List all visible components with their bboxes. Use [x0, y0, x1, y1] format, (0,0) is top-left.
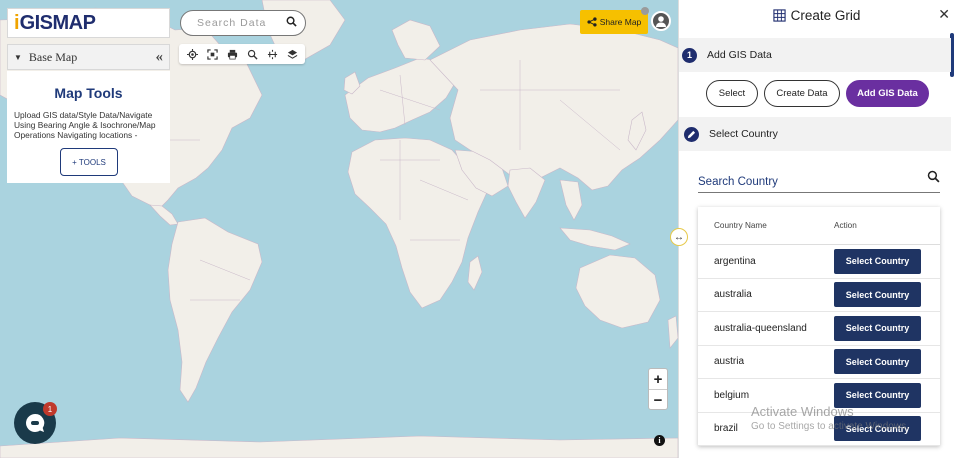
- map-tools-panel: Map Tools Upload GIS data/Style Data/Nav…: [7, 71, 170, 183]
- zoom-out-button[interactable]: −: [649, 390, 667, 410]
- base-map-toggle[interactable]: ▼ Base Map «: [7, 44, 170, 70]
- select-country-button[interactable]: Select Country: [834, 248, 921, 274]
- step-select-country: Select Country: [679, 117, 951, 151]
- country-name: austria: [714, 356, 745, 368]
- step-label: Add GIS Data: [707, 49, 772, 61]
- search-icon[interactable]: [927, 170, 940, 188]
- select-country-button[interactable]: Select Country: [834, 416, 921, 442]
- chat-unread-badge: 1: [43, 402, 57, 416]
- fullscreen-icon[interactable]: [205, 47, 219, 61]
- table-row: austria Select Country: [698, 346, 940, 379]
- base-map-label: Base Map: [28, 49, 78, 64]
- pencil-icon: [684, 126, 699, 142]
- share-map-label: Share Map: [599, 17, 642, 27]
- country-name: belgium: [714, 389, 750, 401]
- search-placeholder: Search Data: [197, 17, 267, 29]
- map-canvas[interactable]: i GISMAP ▼ Base Map « Map Tools Upload G…: [0, 0, 678, 458]
- caret-down-icon: ▼: [14, 52, 22, 62]
- table-header: Country Name Action: [698, 207, 940, 245]
- table-row: australia-queensland Select Country: [698, 312, 940, 346]
- column-header-action: Action: [834, 221, 857, 230]
- map-tools-title: Map Tools: [54, 85, 123, 101]
- step-number-badge: 1: [682, 47, 697, 63]
- data-source-buttons: Select Create Data Add GIS Data: [706, 80, 929, 107]
- country-name: australia-queensland: [714, 322, 807, 334]
- chat-bubble-icon: [26, 413, 45, 432]
- select-country-button[interactable]: Select Country: [834, 382, 921, 408]
- zoom-search-icon[interactable]: [245, 47, 259, 61]
- step-add-gis-data: 1 Add GIS Data: [679, 38, 951, 72]
- country-name: brazil: [714, 423, 738, 435]
- country-table: Country Name Action argentina Select Cou…: [698, 207, 940, 446]
- grid-icon: [772, 8, 786, 22]
- print-icon[interactable]: [225, 47, 239, 61]
- table-row: belgium Select Country: [698, 379, 940, 413]
- resize-handle-icon[interactable]: ↔: [670, 228, 688, 246]
- measure-icon[interactable]: [265, 47, 279, 61]
- add-tools-button[interactable]: + TOOLS: [60, 148, 118, 176]
- select-country-button[interactable]: Select Country: [834, 315, 921, 341]
- table-row: brazil Select Country: [698, 413, 940, 446]
- close-icon[interactable]: ✕: [938, 6, 950, 23]
- create-grid-panel: Create Grid ✕ 1 Add GIS Data Select Crea…: [678, 0, 954, 458]
- step-label: Select Country: [709, 128, 778, 140]
- user-account-icon[interactable]: [651, 11, 671, 31]
- column-header-country-name: Country Name: [714, 221, 767, 230]
- zoom-in-button[interactable]: +: [649, 369, 667, 389]
- zoom-control: + −: [648, 368, 668, 410]
- panel-header: Create Grid ✕: [679, 0, 954, 30]
- collapse-panel-icon[interactable]: «: [156, 49, 164, 66]
- country-name: australia: [714, 289, 752, 301]
- search-country-placeholder: Search Country: [698, 176, 778, 188]
- info-icon[interactable]: i: [654, 435, 665, 446]
- map-tools-description: Upload GIS data/Style Data/Navigate Usin…: [14, 110, 156, 140]
- search-country-input[interactable]: Search Country: [698, 168, 940, 193]
- share-icon: [587, 17, 597, 27]
- select-button[interactable]: Select: [706, 80, 758, 107]
- locate-icon[interactable]: [185, 47, 199, 61]
- map-toolbar: [179, 44, 305, 64]
- select-country-button[interactable]: Select Country: [834, 282, 921, 308]
- table-row: argentina Select Country: [698, 245, 940, 279]
- logo-text: GISMAP: [19, 11, 96, 34]
- search-icon[interactable]: [286, 14, 297, 32]
- search-data-input[interactable]: Search Data: [180, 10, 306, 36]
- add-gis-data-button[interactable]: Add GIS Data: [846, 80, 929, 107]
- select-country-button[interactable]: Select Country: [834, 349, 921, 375]
- share-map-button[interactable]: Share Map: [580, 10, 648, 34]
- gismap-logo[interactable]: i GISMAP: [7, 8, 170, 38]
- notification-dot: [641, 7, 649, 15]
- layers-icon[interactable]: [285, 47, 299, 61]
- country-name: argentina: [714, 255, 756, 267]
- table-row: australia Select Country: [698, 279, 940, 312]
- panel-title: Create Grid: [790, 7, 861, 23]
- create-data-button[interactable]: Create Data: [764, 80, 840, 107]
